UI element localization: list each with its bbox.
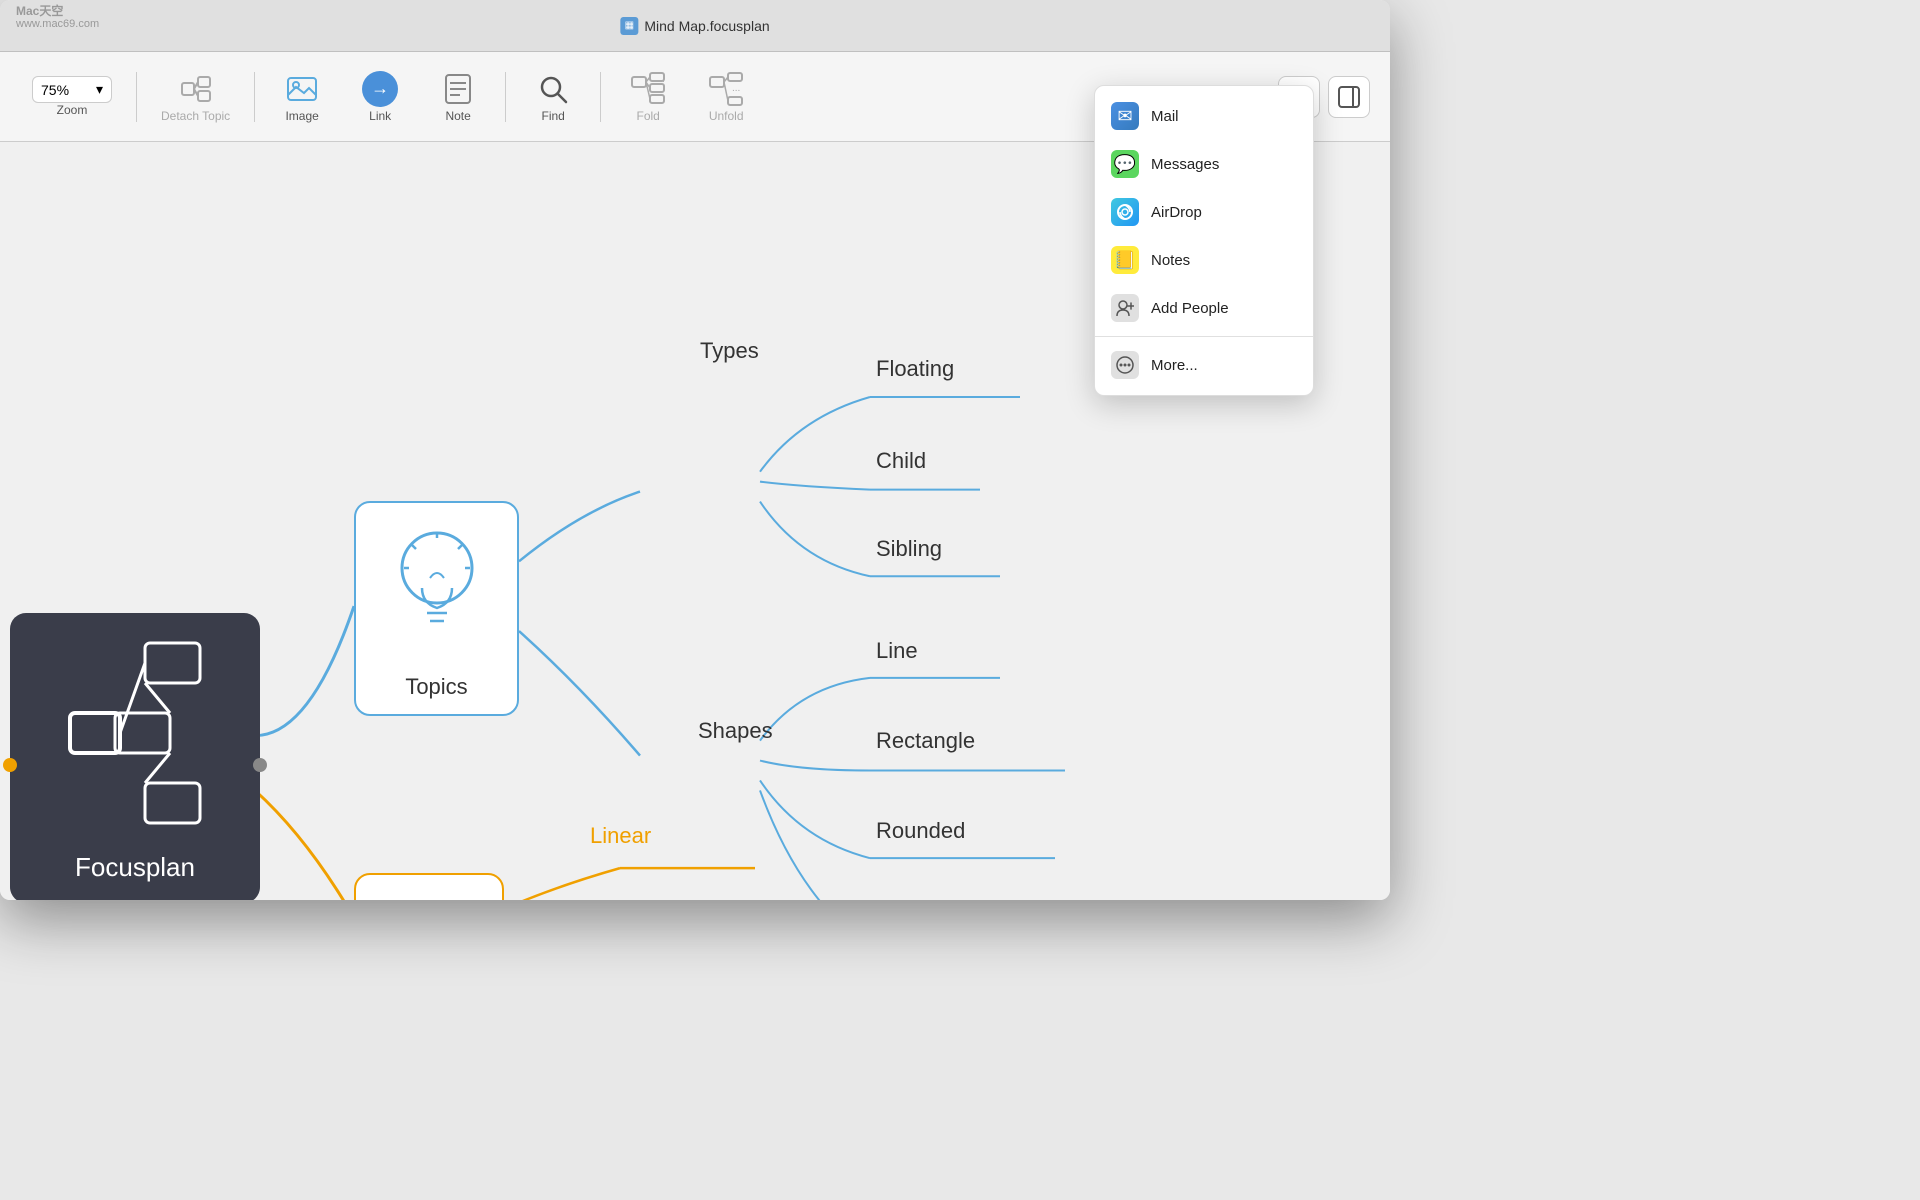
child-label: Child (876, 448, 926, 474)
airdrop-label: AirDrop (1151, 204, 1202, 221)
zoom-label: Zoom (57, 103, 88, 117)
fold-icon: ... (630, 71, 666, 107)
unfold-button[interactable]: ... Unfold (691, 65, 761, 129)
titlebar: Mac天空 www.mac69.com ▦ Mind Map.focusplan (0, 0, 1390, 52)
focusplan-label: Focusplan (75, 852, 195, 883)
airdrop-icon (1111, 198, 1139, 226)
link-label: Link (369, 109, 391, 123)
separator-1 (136, 72, 137, 122)
focusplan-node[interactable]: Focusplan (10, 613, 260, 900)
svg-text:...: ... (732, 83, 740, 94)
find-icon (535, 71, 571, 107)
svg-text:...: ... (658, 75, 665, 84)
share-dropdown: ✉ Mail 💬 Messages AirDrop 📒 Notes (1094, 85, 1314, 396)
rounded-label: Rounded (876, 818, 965, 844)
share-messages-item[interactable]: 💬 Messages (1095, 140, 1313, 188)
note-icon (440, 71, 476, 107)
fold-label: Fold (636, 109, 659, 123)
topics-label: Topics (405, 674, 467, 700)
left-dot (3, 758, 17, 772)
add-people-icon (1111, 294, 1139, 322)
notes-icon: 📒 (1111, 246, 1139, 274)
more-icon (1111, 351, 1139, 379)
topics-icon (382, 513, 492, 663)
file-icon: ▦ (620, 17, 638, 35)
zoom-select[interactable]: 75% ▾ (32, 76, 112, 103)
find-label: Find (541, 109, 564, 123)
share-mail-item[interactable]: ✉ Mail (1095, 92, 1313, 140)
floating-label: Floating (876, 356, 954, 382)
right-dot (253, 758, 267, 772)
separator-3 (505, 72, 506, 122)
detach-label: Detach Topic (161, 109, 230, 123)
focusplan-icon (55, 633, 215, 833)
detach-topic-button[interactable]: Detach Topic (149, 65, 242, 129)
mail-icon: ✉ (1111, 102, 1139, 130)
share-airdrop-item[interactable]: AirDrop (1095, 188, 1313, 236)
sibling-label: Sibling (876, 536, 942, 562)
image-button[interactable]: Image (267, 65, 337, 129)
main-window: Mac天空 www.mac69.com ▦ Mind Map.focusplan… (0, 0, 1390, 900)
find-button[interactable]: Find (518, 65, 588, 129)
rectangle-label: Rectangle (876, 728, 975, 754)
line-label: Line (876, 638, 918, 664)
mail-label: Mail (1151, 108, 1179, 125)
image-label: Image (285, 109, 318, 123)
separator-4 (600, 72, 601, 122)
link-button[interactable]: → Link (345, 65, 415, 129)
messages-label: Messages (1151, 156, 1219, 173)
notes-label: Notes (1151, 252, 1190, 269)
linear-label: Linear (590, 823, 651, 849)
types-label: Types (700, 338, 759, 364)
fold-button[interactable]: ... Fold (613, 65, 683, 129)
add-people-label: Add People (1151, 300, 1229, 317)
separator-2 (254, 72, 255, 122)
unfold-icon: ... (708, 71, 744, 107)
share-add-people-item[interactable]: Add People (1095, 284, 1313, 332)
link-icon: → (362, 71, 398, 107)
detach-icon (178, 71, 214, 107)
branches-node[interactable]: Branches (354, 873, 504, 900)
share-notes-item[interactable]: 📒 Notes (1095, 236, 1313, 284)
share-divider (1095, 336, 1313, 337)
shapes-label: Shapes (698, 718, 773, 744)
unfold-label: Unfold (709, 109, 744, 123)
messages-icon: 💬 (1111, 150, 1139, 178)
image-icon (284, 71, 320, 107)
note-label: Note (445, 109, 470, 123)
zoom-control[interactable]: 75% ▾ Zoom (20, 70, 124, 123)
window-title: ▦ Mind Map.focusplan (620, 17, 769, 35)
note-button[interactable]: Note (423, 65, 493, 129)
watermark: Mac天空 www.mac69.com (16, 4, 99, 32)
topics-node[interactable]: Topics (354, 501, 519, 716)
more-label: More... (1151, 357, 1198, 374)
share-more-item[interactable]: More... (1095, 341, 1313, 389)
sidebar-toggle-button[interactable] (1328, 76, 1370, 118)
